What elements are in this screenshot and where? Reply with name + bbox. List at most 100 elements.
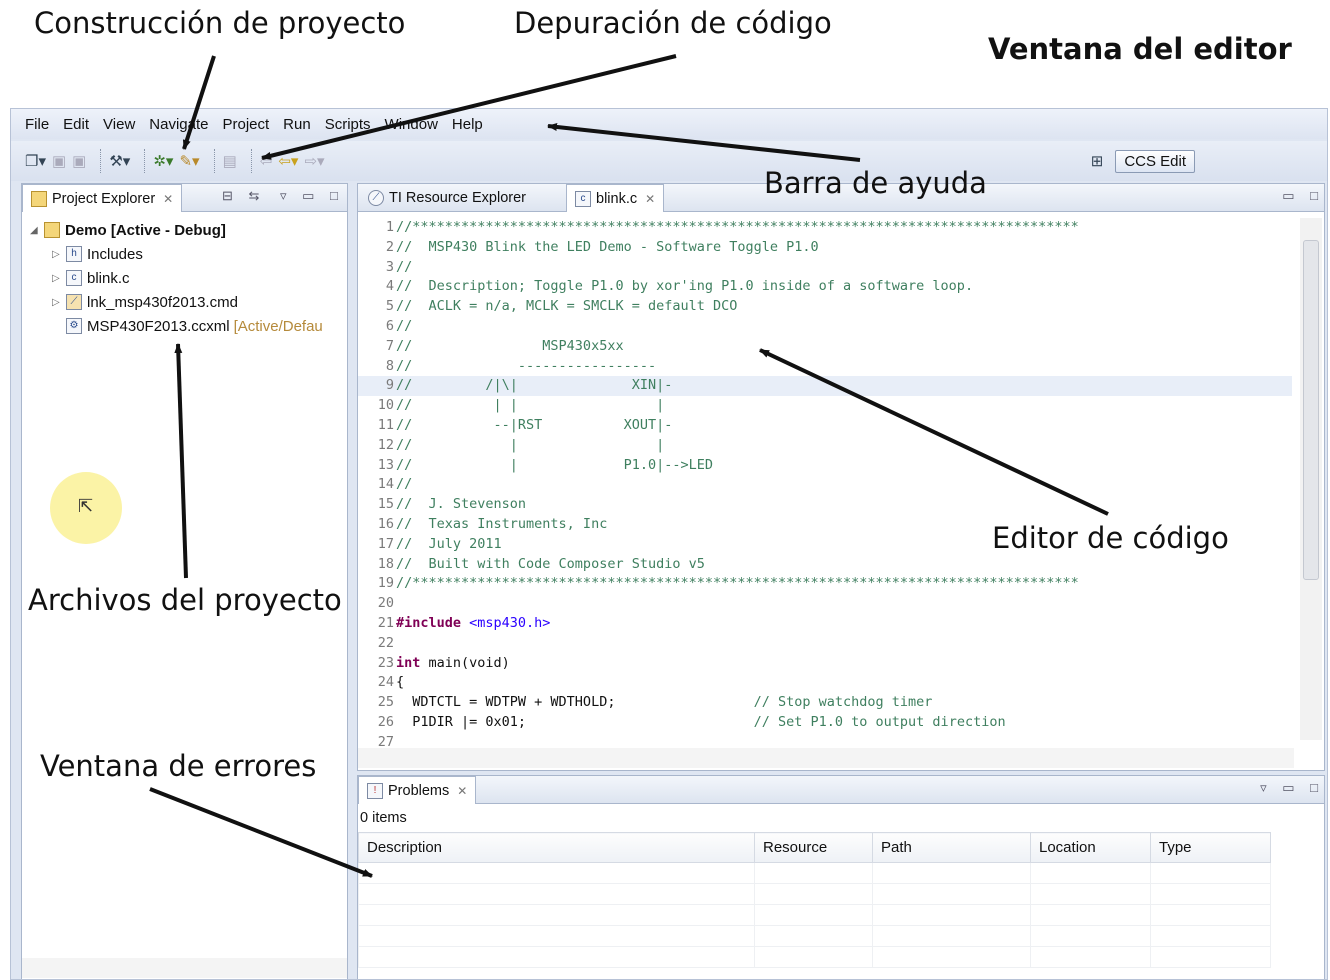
code-line[interactable]: 3//	[358, 258, 1292, 278]
tree-item-label: Demo [Active - Debug]	[65, 221, 226, 239]
editor-vertical-scrollbar[interactable]	[1300, 218, 1322, 740]
tree-item-cmd[interactable]: ▷ ⟋ lnk_msp430f2013.cmd	[30, 290, 323, 314]
ccxml-file-icon: ⚙	[66, 318, 82, 334]
save-icon[interactable]: ▣	[52, 149, 66, 173]
explorer-horizontal-scrollbar[interactable]	[22, 958, 347, 978]
view-controls-icon[interactable]: ▿ ▭ □	[280, 188, 344, 204]
code-text: //**************************************…	[396, 575, 1079, 592]
code-line[interactable]: 11// --|RST XOUT|-	[358, 416, 1292, 436]
code-line[interactable]: 13// | P1.0|-->LED	[358, 456, 1292, 476]
tab-blink-c[interactable]: c blink.c ✕	[566, 184, 665, 212]
code-line[interactable]: 6//	[358, 317, 1292, 337]
collapse-all-icon[interactable]: ⊟ ⇆	[222, 188, 265, 204]
open-perspective-icon[interactable]: ⊞	[1091, 149, 1104, 173]
code-line[interactable]: 20	[358, 594, 1292, 614]
code-text: //	[396, 258, 413, 275]
code-line[interactable]: 25 WDTCTL = WDTPW + WDTHOLD; // Stop wat…	[358, 693, 1292, 713]
perspective-switcher: ⊞ CCS Edit	[1091, 147, 1195, 175]
save-all-icon[interactable]: ▣	[72, 149, 86, 173]
flash-icon[interactable]: ✎▾	[179, 149, 199, 173]
scroll-thumb[interactable]	[1303, 240, 1319, 580]
close-icon[interactable]: ✕	[645, 192, 655, 206]
collapsed-icon: ▷	[52, 296, 60, 308]
code-line[interactable]: 26 P1DIR |= 0x01; // Set P1.0 to output …	[358, 713, 1292, 733]
line-number: 1	[385, 219, 394, 235]
project-folder-icon	[44, 222, 60, 238]
menu-help[interactable]: Help	[452, 116, 483, 133]
code-line[interactable]: 24{	[358, 673, 1292, 693]
code-line[interactable]: 1//*************************************…	[358, 218, 1292, 238]
expanded-icon: ◢	[30, 224, 38, 236]
tab-project-explorer[interactable]: Project Explorer ✕	[22, 184, 183, 212]
column-description[interactable]: Description	[358, 832, 755, 863]
back-icon[interactable]: ⇦▾	[278, 149, 298, 173]
code-line[interactable]: 19//************************************…	[358, 574, 1292, 594]
ccs-edit-perspective-button[interactable]: CCS Edit	[1115, 149, 1195, 173]
menu-project[interactable]: Project	[222, 116, 269, 133]
toolbar-separator	[213, 149, 215, 173]
menu-run[interactable]: Run	[283, 116, 311, 133]
line-number: 6	[385, 317, 394, 334]
view-controls-icon[interactable]: ▭ □	[1282, 188, 1324, 204]
line-number: 2	[385, 238, 394, 255]
tree-item-blink-c[interactable]: ▷ c blink.c	[30, 266, 323, 290]
forward-icon[interactable]: ⇨▾	[304, 149, 324, 173]
column-path[interactable]: Path	[872, 832, 1031, 863]
close-icon[interactable]: ✕	[457, 784, 467, 798]
menu-edit[interactable]: Edit	[63, 116, 89, 133]
menu-window[interactable]: Window	[385, 116, 438, 133]
line-number: 12	[377, 436, 394, 453]
editor-horizontal-scrollbar[interactable]	[358, 748, 1294, 768]
problems-tabstrip: ! Problems ✕ ▿ ▭ □	[358, 776, 1324, 804]
menu-file[interactable]: File	[25, 116, 49, 133]
terminal-icon[interactable]: ▤	[223, 149, 237, 173]
last-edit-icon[interactable]: ⇦	[260, 149, 273, 173]
code-line[interactable]: 14//	[358, 475, 1292, 495]
view-controls-icon[interactable]: ▿ ▭ □	[1260, 780, 1324, 796]
column-location[interactable]: Location	[1030, 832, 1151, 863]
code-text: WDTCTL = WDTPW + WDTHOLD; // Stop watchd…	[396, 694, 933, 711]
code-line[interactable]: 8// -----------------	[358, 357, 1292, 377]
problems-count: 0 items	[360, 810, 407, 826]
code-line[interactable]: 23 int main(void)	[358, 654, 1292, 674]
build-hammer-icon[interactable]: ⚒▾	[109, 149, 130, 173]
code-line[interactable]: 15// J. Stevenson	[358, 495, 1292, 515]
tree-item-includes[interactable]: ▷ h Includes	[30, 242, 323, 266]
code-editor[interactable]: 1//*************************************…	[358, 218, 1292, 753]
code-line[interactable]: 18// Built with Code Composer Studio v5	[358, 555, 1292, 575]
tab-ti-resource-explorer[interactable]: ⟋ TI Resource Explorer	[360, 184, 534, 212]
line-number: 19	[377, 575, 394, 592]
close-icon[interactable]: ✕	[163, 192, 173, 206]
problems-icon: !	[367, 782, 383, 799]
code-text: P1DIR |= 0x01; // Set P1.0 to output dir…	[396, 713, 1006, 730]
c-file-icon: c	[575, 190, 591, 207]
code-line[interactable]: 2// MSP430 Blink the LED Demo - Software…	[358, 238, 1292, 258]
line-number: 16	[377, 515, 394, 532]
column-resource[interactable]: Resource	[754, 832, 873, 863]
code-line[interactable]: 7// MSP430x5xx	[358, 337, 1292, 357]
menu-scripts[interactable]: Scripts	[325, 116, 371, 133]
toolbar-separator	[144, 149, 146, 173]
code-line[interactable]: 9// /|\| XIN|-	[358, 376, 1292, 397]
project-explorer-title: Project Explorer	[52, 190, 156, 207]
code-text: // /|\| XIN|-	[396, 377, 673, 394]
new-icon[interactable]: ❐▾	[25, 149, 46, 173]
cmd-file-icon: ⟋	[66, 294, 82, 310]
menu-navigate[interactable]: Navigate	[149, 116, 208, 133]
column-type[interactable]: Type	[1150, 832, 1271, 863]
code-line[interactable]: 22	[358, 634, 1292, 654]
tree-item-ccxml[interactable]: ⚙ MSP430F2013.ccxml [Active/Defau	[30, 314, 323, 338]
code-text: //**************************************…	[396, 219, 1079, 235]
code-line[interactable]: 10// | | |	[358, 396, 1292, 416]
tab-problems[interactable]: ! Problems ✕	[358, 776, 477, 804]
code-text: // -----------------	[396, 357, 657, 374]
code-line[interactable]: 4// Description; Toggle P1.0 by xor'ing …	[358, 277, 1292, 297]
menu-view[interactable]: View	[103, 116, 135, 133]
problems-header-row: Description Resource Path Location Type	[358, 832, 1271, 863]
tree-item-project[interactable]: ◢ Demo [Active - Debug]	[30, 218, 323, 242]
code-line[interactable]: 5// ACLK = n/a, MCLK = SMCLK = default D…	[358, 297, 1292, 317]
code-line[interactable]: 12// | |	[358, 436, 1292, 456]
folder-icon	[31, 190, 47, 207]
code-line[interactable]: 21 #include <msp430.h>	[358, 614, 1292, 634]
debug-bug-icon[interactable]: ✲▾	[153, 149, 173, 173]
